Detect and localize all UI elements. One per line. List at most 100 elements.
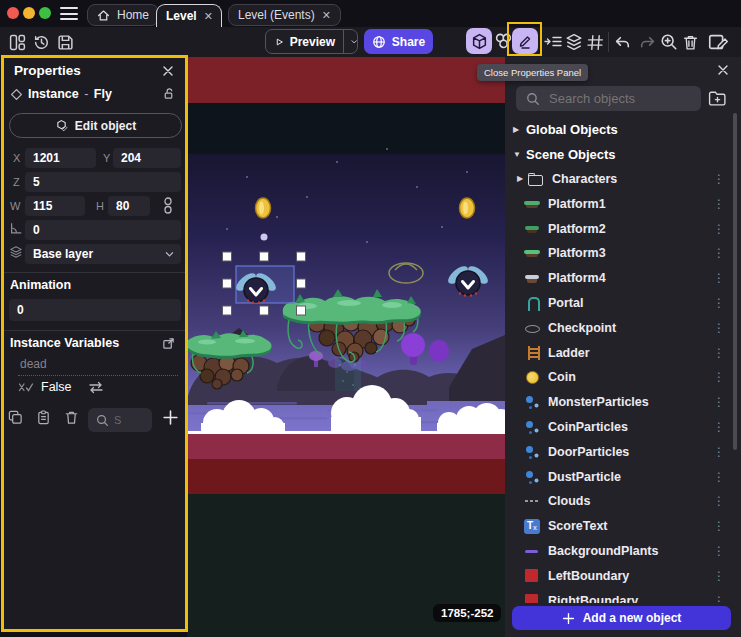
object-item-platform3[interactable]: Platform3⋮ bbox=[505, 241, 741, 266]
redo-button[interactable] bbox=[637, 33, 656, 51]
scrollbar[interactable] bbox=[733, 113, 737, 450]
particles-icon bbox=[524, 469, 540, 485]
item-menu-icon[interactable]: ⋮ bbox=[713, 246, 725, 260]
swap-value-icon[interactable] bbox=[88, 381, 104, 394]
coin-sprite[interactable] bbox=[460, 198, 475, 218]
preview-button[interactable]: Preview bbox=[265, 29, 358, 54]
edit-events-button[interactable] bbox=[706, 31, 730, 53]
object-item-coinparticles[interactable]: CoinParticles⋮ bbox=[505, 415, 741, 440]
object-item-platform4[interactable]: Platform4⋮ bbox=[505, 266, 741, 291]
maximize-window-button[interactable] bbox=[39, 7, 51, 19]
object-item-clouds[interactable]: Clouds⋮ bbox=[505, 489, 741, 514]
objects-search-input[interactable] bbox=[549, 91, 699, 106]
link-dimensions-icon[interactable] bbox=[162, 197, 174, 214]
layer-select[interactable]: Base layer bbox=[25, 244, 181, 264]
instances-list-button[interactable] bbox=[543, 32, 563, 50]
save-button[interactable] bbox=[56, 33, 74, 51]
object-item-monsterparticles[interactable]: MonsterParticles⋮ bbox=[505, 390, 741, 415]
copy-icon[interactable] bbox=[8, 410, 23, 425]
add-object-button[interactable]: Add a new object bbox=[512, 606, 731, 630]
history-button[interactable] bbox=[32, 33, 50, 51]
item-menu-icon[interactable]: ⋮ bbox=[713, 569, 725, 583]
item-menu-icon[interactable]: ⋮ bbox=[713, 494, 725, 508]
project-manager-button[interactable] bbox=[8, 33, 26, 51]
item-menu-icon[interactable]: ⋮ bbox=[713, 172, 725, 186]
item-menu-icon[interactable]: ⋮ bbox=[713, 594, 725, 603]
item-menu-icon[interactable]: ⋮ bbox=[713, 470, 725, 484]
delete-button[interactable] bbox=[681, 33, 700, 51]
x-input[interactable] bbox=[25, 148, 96, 168]
particles-icon bbox=[524, 394, 540, 410]
layers-button[interactable] bbox=[564, 32, 584, 51]
item-menu-icon[interactable]: ⋮ bbox=[713, 370, 725, 384]
app-window: Home Level ✕ Level (Events) ✕ Preview bbox=[0, 0, 741, 637]
angle-input[interactable] bbox=[25, 220, 181, 240]
open-variables-icon[interactable] bbox=[162, 337, 175, 350]
share-button[interactable]: Share bbox=[364, 29, 433, 54]
object-item-portal[interactable]: Portal⋮ bbox=[505, 291, 741, 316]
item-menu-icon[interactable]: ⋮ bbox=[713, 321, 725, 335]
coin-sprite[interactable] bbox=[256, 198, 271, 218]
item-menu-icon[interactable]: ⋮ bbox=[713, 197, 725, 211]
object-item-checkpoint[interactable]: Checkpoint⋮ bbox=[505, 315, 741, 340]
group-global-objects[interactable]: ▶ Global Objects bbox=[505, 117, 741, 142]
add-variable-icon[interactable] bbox=[162, 409, 179, 426]
variable-name[interactable]: dead bbox=[20, 357, 47, 371]
grid-button[interactable] bbox=[586, 33, 604, 51]
item-menu-icon[interactable]: ⋮ bbox=[713, 420, 725, 434]
unlock-icon[interactable] bbox=[162, 87, 175, 100]
zoom-in-button[interactable] bbox=[659, 33, 678, 51]
3d-view-button[interactable] bbox=[466, 28, 492, 54]
object-item-rightboundary[interactable]: RightBoundary⋮ bbox=[505, 588, 741, 603]
item-menu-icon[interactable]: ⋮ bbox=[713, 395, 725, 409]
tab-level-events-close-icon[interactable]: ✕ bbox=[322, 9, 331, 22]
object-item-backgroundplants[interactable]: BackgroundPlants⋮ bbox=[505, 539, 741, 564]
tab-level[interactable]: Level ✕ bbox=[156, 4, 222, 27]
undo-button[interactable] bbox=[613, 33, 632, 51]
chevron-down-icon[interactable] bbox=[351, 38, 357, 46]
paste-icon[interactable] bbox=[36, 410, 51, 425]
object-item-dustparticle[interactable]: DustParticle⋮ bbox=[505, 464, 741, 489]
edit-object-button[interactable]: Edit object bbox=[9, 113, 182, 138]
menu-icon[interactable] bbox=[60, 7, 78, 20]
close-window-button[interactable] bbox=[7, 7, 19, 19]
item-menu-icon[interactable]: ⋮ bbox=[713, 222, 725, 236]
object-item-platform2[interactable]: Platform2⋮ bbox=[505, 216, 741, 241]
add-folder-icon[interactable] bbox=[708, 89, 727, 107]
trash-icon[interactable] bbox=[64, 410, 79, 425]
object-item-leftboundary[interactable]: LeftBoundary⋮ bbox=[505, 563, 741, 588]
item-menu-icon[interactable]: ⋮ bbox=[713, 271, 725, 285]
objects-search[interactable] bbox=[516, 86, 701, 111]
object-item-characters[interactable]: ▶Characters⋮ bbox=[505, 167, 741, 192]
close-objects-icon[interactable] bbox=[717, 64, 729, 76]
tab-level-events[interactable]: Level (Events) ✕ bbox=[228, 4, 341, 26]
item-menu-icon[interactable]: ⋮ bbox=[713, 544, 725, 558]
top-boundary bbox=[187, 57, 505, 103]
variables-search-input[interactable]: S bbox=[88, 408, 152, 432]
scene-canvas[interactable] bbox=[187, 57, 505, 637]
object-item-platform1[interactable]: Platform1⋮ bbox=[505, 191, 741, 216]
checkpoint-icon bbox=[524, 320, 540, 336]
tab-level-close-icon[interactable]: ✕ bbox=[204, 10, 213, 23]
close-properties-icon[interactable] bbox=[162, 65, 174, 77]
height-input[interactable] bbox=[108, 196, 150, 216]
minimize-window-button[interactable] bbox=[23, 7, 35, 19]
object-item-coin[interactable]: Coin⋮ bbox=[505, 365, 741, 390]
item-menu-icon[interactable]: ⋮ bbox=[713, 296, 725, 310]
home-icon bbox=[97, 9, 110, 22]
object-item-doorparticles[interactable]: DoorParticles⋮ bbox=[505, 439, 741, 464]
variable-value[interactable]: False bbox=[41, 380, 72, 394]
item-menu-icon[interactable]: ⋮ bbox=[713, 346, 725, 360]
animation-input[interactable] bbox=[9, 299, 181, 321]
group-scene-objects[interactable]: ▼ Scene Objects bbox=[505, 142, 741, 167]
width-input[interactable] bbox=[25, 196, 85, 216]
tab-home[interactable]: Home bbox=[87, 4, 159, 26]
object-item-ladder[interactable]: Ladder⋮ bbox=[505, 340, 741, 365]
h-label: H bbox=[96, 200, 104, 212]
z-input[interactable] bbox=[25, 172, 181, 192]
item-menu-icon[interactable]: ⋮ bbox=[713, 519, 725, 533]
y-input[interactable] bbox=[113, 148, 181, 168]
object-item-scoretext[interactable]: ScoreText⋮ bbox=[505, 514, 741, 539]
item-menu-icon[interactable]: ⋮ bbox=[713, 445, 725, 459]
boolean-icon bbox=[18, 382, 34, 393]
